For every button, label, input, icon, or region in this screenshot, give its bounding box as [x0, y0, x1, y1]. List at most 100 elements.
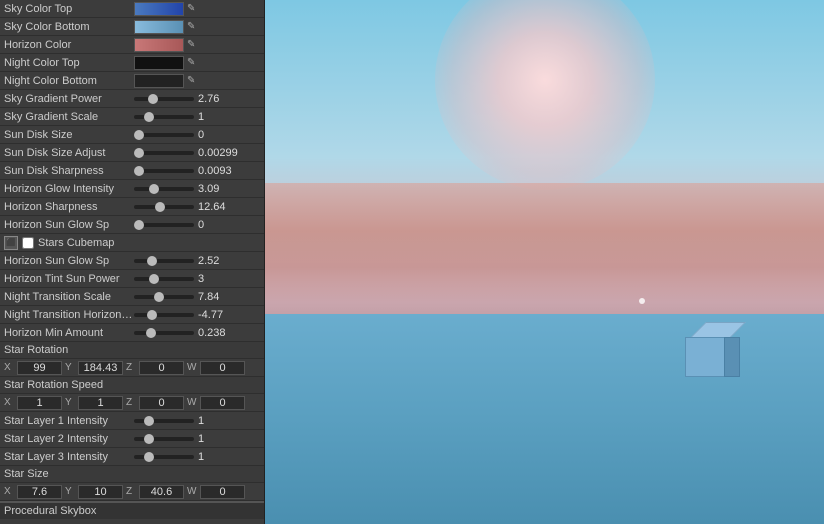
sun-disk-adjust-slider[interactable]	[134, 151, 194, 155]
star-size-x-label: X	[4, 486, 14, 497]
sky-gradient-power-control: 2.76	[134, 93, 260, 105]
sky-gradient-scale-slider[interactable]	[134, 115, 194, 119]
star-speed-z-input[interactable]	[139, 396, 184, 410]
sky-gradient-power-label: Sky Gradient Power	[4, 93, 134, 105]
horizon-sun-glow-slider[interactable]	[134, 223, 194, 227]
sky-color-top-control: ✎	[134, 2, 260, 16]
star-layer1-label: Star Layer 1 Intensity	[4, 415, 134, 427]
star-speed-w-input[interactable]	[200, 396, 245, 410]
stars-cubemap-checkbox[interactable]	[22, 237, 34, 249]
star-size-x-input[interactable]	[17, 485, 62, 499]
horizon-sun-glow-label: Horizon Sun Glow Sp	[4, 219, 134, 231]
horizon-sharpness-slider[interactable]	[134, 205, 194, 209]
horizon-min-label: Horizon Min Amount	[4, 327, 134, 339]
night-transition-horizon-label: Night Transition Horizon Delay	[4, 309, 134, 321]
star-speed-w-label: W	[187, 397, 197, 408]
star-size-w-input[interactable]	[200, 485, 245, 499]
star-size-y-input[interactable]	[78, 485, 123, 499]
night-color-bottom-swatch[interactable]	[134, 74, 184, 88]
star-rotation-w-input[interactable]	[200, 361, 245, 375]
sky-color-top-label: Sky Color Top	[4, 3, 134, 15]
star-rotation-z-label: Z	[126, 362, 136, 373]
star-rotation-section: Star Rotation	[0, 342, 264, 359]
sky-scene	[265, 0, 824, 524]
bottom-label: Procedural Skybox	[4, 505, 96, 517]
sun-disk-size-control: 0	[134, 129, 260, 141]
stars-cubemap-row: ⬛ Stars Cubemap	[0, 234, 264, 252]
night-transition-horizon-value: -4.77	[198, 309, 238, 321]
star-speed-x-input[interactable]	[17, 396, 62, 410]
horizon-glow-control: 3.09	[134, 183, 260, 195]
horizon-min-slider[interactable]	[134, 331, 194, 335]
sky-gradient-power-slider[interactable]	[134, 97, 194, 101]
horizon-min-control: 0.238	[134, 327, 260, 339]
horizon-sun-glow-value: 0	[198, 219, 238, 231]
star-rotation-y-input[interactable]	[78, 361, 123, 375]
night-transition-scale-label: Night Transition Scale	[4, 291, 134, 303]
horizon-glow-label: Horizon Glow Intensity	[4, 183, 134, 195]
star-size-z-input[interactable]	[139, 485, 184, 499]
night-color-top-edit-icon[interactable]: ✎	[187, 57, 195, 68]
sky-color-top-row: Sky Color Top ✎	[0, 0, 264, 18]
star-size-y-label: Y	[65, 486, 75, 497]
night-color-top-label: Night Color Top	[4, 57, 134, 69]
horizon-color-swatch[interactable]	[134, 38, 184, 52]
star-layer1-row: Star Layer 1 Intensity 1	[0, 412, 264, 430]
star-size-section: Star Size	[0, 466, 264, 483]
horizon-color-edit-icon[interactable]: ✎	[187, 39, 195, 50]
stars-cubemap-label: Stars Cubemap	[38, 237, 114, 249]
sky-color-bottom-swatch[interactable]	[134, 20, 184, 34]
horizon-sun-glow2-row: Horizon Sun Glow Sp 2.52	[0, 252, 264, 270]
left-panel: Sky Color Top ✎ Sky Color Bottom ✎ Horiz…	[0, 0, 265, 524]
sun-disk-size-slider[interactable]	[134, 133, 194, 137]
star-rotation-y-label: Y	[65, 362, 75, 373]
horizon-color-row: Horizon Color ✎	[0, 36, 264, 54]
horizon-min-value: 0.238	[198, 327, 238, 339]
night-color-bottom-edit-icon[interactable]: ✎	[187, 75, 195, 86]
horizon-glow-slider[interactable]	[134, 187, 194, 191]
sky-color-top-edit-icon[interactable]: ✎	[187, 3, 195, 14]
night-transition-horizon-row: Night Transition Horizon Delay -4.77	[0, 306, 264, 324]
star-layer3-slider[interactable]	[134, 455, 194, 459]
star-layer3-row: Star Layer 3 Intensity 1	[0, 448, 264, 466]
horizon-tint-value: 3	[198, 273, 238, 285]
sky-color-bottom-control: ✎	[134, 20, 260, 34]
sky-color-bottom-row: Sky Color Bottom ✎	[0, 18, 264, 36]
sun-disk-size-value: 0	[198, 129, 238, 141]
star-rotation-speed-section: Star Rotation Speed	[0, 377, 264, 394]
star-size-z-label: Z	[126, 486, 136, 497]
sky-color-bottom-edit-icon[interactable]: ✎	[187, 21, 195, 32]
night-color-top-swatch[interactable]	[134, 56, 184, 70]
star-rotation-x-input[interactable]	[17, 361, 62, 375]
cube	[685, 322, 740, 377]
night-color-bottom-label: Night Color Bottom	[4, 75, 134, 87]
star-layer3-value: 1	[198, 451, 238, 463]
star-dot	[639, 298, 645, 304]
sun-disk-sharpness-slider[interactable]	[134, 169, 194, 173]
star-layer1-slider[interactable]	[134, 419, 194, 423]
star-layer2-row: Star Layer 2 Intensity 1	[0, 430, 264, 448]
night-transition-horizon-slider[interactable]	[134, 313, 194, 317]
sky-color-top-swatch[interactable]	[134, 2, 184, 16]
star-layer1-control: 1	[134, 415, 260, 427]
horizon-sharpness-value: 12.64	[198, 201, 238, 213]
horizon-sun-glow2-slider[interactable]	[134, 259, 194, 263]
star-layer2-label: Star Layer 2 Intensity	[4, 433, 134, 445]
star-layer2-slider[interactable]	[134, 437, 194, 441]
cube-face-right	[724, 337, 740, 377]
star-size-w-label: W	[187, 486, 197, 497]
sun-disk-sharpness-label: Sun Disk Sharpness	[4, 165, 134, 177]
horizon-tint-slider[interactable]	[134, 277, 194, 281]
night-transition-scale-slider[interactable]	[134, 295, 194, 299]
sun-disk-sharpness-value: 0.0093	[198, 165, 238, 177]
cube-face-top	[690, 322, 746, 338]
horizon-sun-glow2-control: 2.52	[134, 255, 260, 267]
night-color-top-control: ✎	[134, 56, 260, 70]
sky-gradient-scale-row: Sky Gradient Scale 1	[0, 108, 264, 126]
night-color-bottom-control: ✎	[134, 74, 260, 88]
star-layer3-label: Star Layer 3 Intensity	[4, 451, 134, 463]
star-rotation-z-input[interactable]	[139, 361, 184, 375]
cube-face-front	[685, 337, 725, 377]
star-speed-y-input[interactable]	[78, 396, 123, 410]
horizon-color-control: ✎	[134, 38, 260, 52]
